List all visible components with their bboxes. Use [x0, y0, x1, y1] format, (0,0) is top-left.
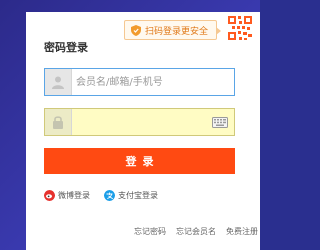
login-button[interactable]: 登录 — [44, 148, 235, 174]
footer-links: 忘记密码 忘记会员名 免费注册 — [134, 226, 258, 237]
lock-icon-box — [45, 109, 72, 135]
password-field[interactable] — [44, 108, 235, 136]
username-input[interactable] — [72, 69, 234, 95]
shield-icon — [131, 24, 141, 36]
forgot-username-link[interactable]: 忘记会员名 — [176, 226, 216, 237]
user-icon — [52, 76, 64, 89]
scan-tip-label: 扫码登录更安全 — [145, 26, 209, 37]
alipay-icon — [104, 190, 115, 201]
weibo-login-link[interactable]: 微博登录 — [44, 190, 90, 201]
keyboard-icon[interactable] — [212, 116, 228, 128]
password-input[interactable] — [72, 109, 212, 135]
user-icon-box — [45, 69, 72, 95]
qr-code-icon[interactable] — [226, 14, 254, 42]
weibo-icon — [44, 190, 55, 201]
register-link[interactable]: 免费注册 — [226, 226, 258, 237]
lock-icon — [53, 116, 63, 129]
scan-login-tip[interactable]: 扫码登录更安全 — [124, 20, 222, 40]
alipay-login-label: 支付宝登录 — [118, 191, 158, 200]
login-card: 扫码登录更安全 密码登录 会员名/邮箱/手机号 登录 微博登录 支付宝登录 忘记… — [26, 12, 260, 250]
page-title: 密码登录 — [44, 41, 88, 54]
alipay-login-link[interactable]: 支付宝登录 — [104, 190, 158, 201]
weibo-login-label: 微博登录 — [58, 191, 90, 200]
username-field[interactable] — [44, 68, 235, 96]
forgot-password-link[interactable]: 忘记密码 — [134, 226, 166, 237]
login-page: 扫码登录更安全 密码登录 会员名/邮箱/手机号 登录 微博登录 支付宝登录 忘记… — [0, 0, 260, 250]
